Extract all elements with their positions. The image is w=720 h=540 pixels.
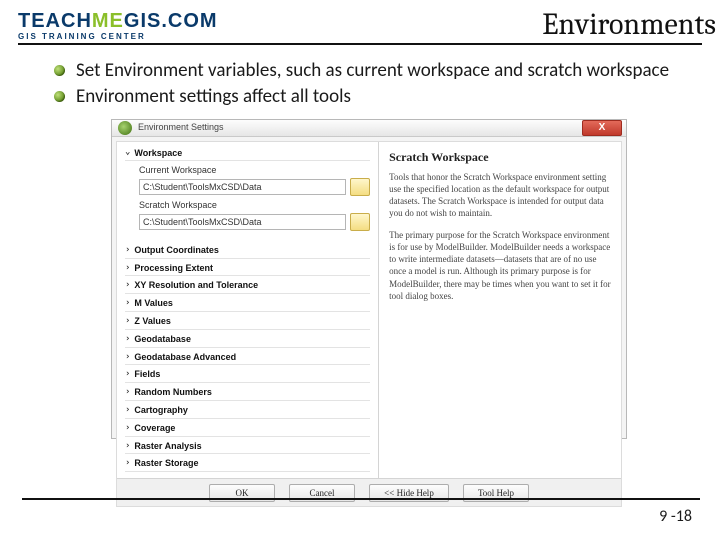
page-number: 9 -18 <box>659 507 692 526</box>
scratch-workspace-label: Scratch Workspace <box>139 200 370 211</box>
chevron-right-icon: › <box>125 353 130 362</box>
scratch-workspace-input[interactable] <box>139 214 346 230</box>
section-raster-analysis[interactable]: ›Raster Analysis <box>125 439 370 455</box>
section-m-values[interactable]: ›M Values <box>125 296 370 312</box>
app-icon <box>118 121 132 135</box>
section-workspace[interactable]: ⌄Workspace Current Workspace Scratch Wor… <box>125 148 370 239</box>
current-workspace-input[interactable] <box>139 179 346 195</box>
chevron-right-icon: › <box>125 442 130 451</box>
dialog-window: Environment Settings X ⌄Workspace Curren… <box>111 119 627 439</box>
help-text: The primary purpose for the Scratch Work… <box>389 229 611 302</box>
section-geodatabase-advanced[interactable]: ›Geodatabase Advanced <box>125 350 370 366</box>
help-pane: Scratch Workspace Tools that honor the S… <box>379 142 621 479</box>
browse-button[interactable] <box>350 178 370 196</box>
section-geodatabase[interactable]: ›Geodatabase <box>125 332 370 348</box>
chevron-right-icon: › <box>125 281 130 290</box>
section-coverage[interactable]: ›Coverage <box>125 421 370 437</box>
logo-wordmark: TEACHMEGIS.COM <box>18 11 218 31</box>
chevron-right-icon: › <box>125 370 130 379</box>
chevron-right-icon: › <box>125 335 130 344</box>
logo-subtitle: GIS TRAINING CENTER <box>18 33 218 41</box>
bullet-list: Set Environment variables, such as curre… <box>54 59 702 109</box>
browse-button[interactable] <box>350 213 370 231</box>
current-workspace-label: Current Workspace <box>139 165 370 176</box>
section-output-coordinates[interactable]: ›Output Coordinates <box>125 243 370 259</box>
section-fields[interactable]: ›Fields <box>125 367 370 383</box>
chevron-down-icon: ⌄ <box>125 148 130 157</box>
chevron-right-icon: › <box>125 299 130 308</box>
chevron-right-icon: › <box>125 264 130 273</box>
page-title: Environments <box>542 8 716 41</box>
logo: TEACHMEGIS.COM GIS TRAINING CENTER <box>18 11 218 41</box>
section-z-values[interactable]: ›Z Values <box>125 314 370 330</box>
titlebar: Environment Settings X <box>112 120 626 137</box>
dialog-title: Environment Settings <box>138 122 224 133</box>
chevron-right-icon: › <box>125 424 130 433</box>
section-xy-resolution[interactable]: ›XY Resolution and Tolerance <box>125 278 370 294</box>
footer-rule <box>22 498 700 500</box>
chevron-right-icon: › <box>125 317 130 326</box>
bullet-item: Environment settings affect all tools <box>54 85 702 109</box>
settings-tree: ⌄Workspace Current Workspace Scratch Wor… <box>117 142 379 479</box>
chevron-right-icon: › <box>125 246 130 255</box>
section-random-numbers[interactable]: ›Random Numbers <box>125 385 370 401</box>
chevron-right-icon: › <box>125 459 130 468</box>
chevron-right-icon: › <box>125 388 130 397</box>
help-heading: Scratch Workspace <box>389 150 611 165</box>
section-raster-storage[interactable]: ›Raster Storage <box>125 456 370 472</box>
close-button[interactable]: X <box>582 120 622 136</box>
chevron-right-icon: › <box>125 406 130 415</box>
dialog-button-bar: OK Cancel << Hide Help Tool Help <box>117 478 621 506</box>
bullet-item: Set Environment variables, such as curre… <box>54 59 702 83</box>
help-text: Tools that honor the Scratch Workspace e… <box>389 171 611 220</box>
section-processing-extent[interactable]: ›Processing Extent <box>125 261 370 277</box>
section-cartography[interactable]: ›Cartography <box>125 403 370 419</box>
